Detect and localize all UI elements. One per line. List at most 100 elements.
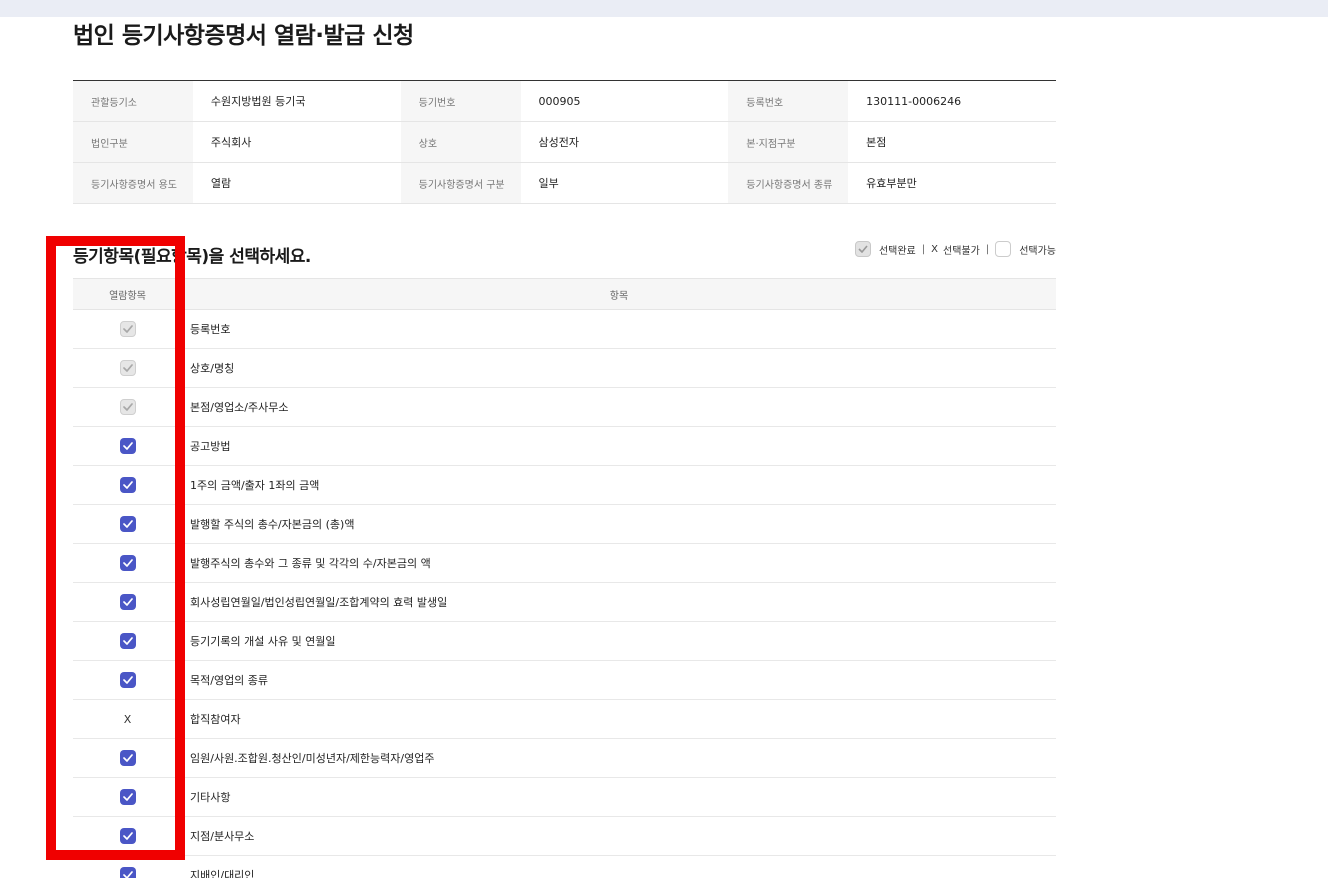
info-label: 등기사항증명서 종류 bbox=[728, 162, 849, 204]
info-label: 관할등기소 bbox=[73, 80, 193, 122]
row-item-label: 임원/사원.조합원.청산인/미성년자/제한능력자/영업주 bbox=[182, 738, 1056, 778]
row-item-label: 지배인/대리인 bbox=[182, 855, 1056, 878]
item-checkbox[interactable] bbox=[119, 516, 136, 532]
table-row: 본점/영업소/주사무소 bbox=[73, 387, 1056, 427]
legend-available-checkbox bbox=[995, 241, 1012, 257]
row-check-cell bbox=[73, 816, 182, 856]
item-checkbox[interactable] bbox=[119, 789, 136, 805]
row-check-cell bbox=[73, 309, 182, 349]
info-value: 유효부분만 bbox=[848, 162, 1056, 204]
check-icon bbox=[122, 520, 133, 528]
table-row: X 합직참여자 bbox=[73, 699, 1056, 739]
legend-available-label: 선택가능 bbox=[1019, 245, 1056, 257]
section-title: 등기항목(필요항목)을 선택하세요. bbox=[73, 247, 311, 267]
legend-unavailable-label: 선택불가 bbox=[943, 245, 980, 257]
info-value: 130111-0006246 bbox=[848, 80, 1056, 122]
check-icon bbox=[122, 793, 133, 801]
item-checkbox[interactable] bbox=[119, 672, 136, 688]
info-label: 법인구분 bbox=[73, 121, 193, 163]
item-checkbox-disabled bbox=[119, 399, 136, 415]
check-icon bbox=[122, 325, 133, 333]
item-checkbox-disabled bbox=[119, 321, 136, 337]
items-table: 열람항목 항목 등록번호 상호/명칭 본점/영업소/주사무소 공고방법 1주의 금액/출… bbox=[73, 278, 1056, 878]
row-check-cell bbox=[73, 777, 182, 817]
check-icon bbox=[122, 598, 133, 606]
legend-done-label: 선택완료 bbox=[878, 245, 916, 257]
legend-x-mark: X bbox=[931, 243, 938, 255]
item-checkbox[interactable] bbox=[119, 594, 136, 610]
header-item-column: 항목 bbox=[182, 278, 1056, 310]
info-value: 000905 bbox=[520, 80, 729, 122]
info-label: 등기사항증명서 구분 bbox=[400, 162, 521, 204]
check-icon bbox=[122, 442, 133, 450]
legend: 선택완료 | X 선택불가 | 선택가능 bbox=[854, 241, 1056, 257]
check-icon bbox=[122, 637, 133, 645]
info-label: 등록번호 bbox=[728, 80, 849, 122]
info-label: 본·지점구분 bbox=[728, 121, 849, 163]
item-checkbox-disabled bbox=[119, 360, 136, 376]
check-icon bbox=[122, 676, 133, 684]
info-label: 등기번호 bbox=[400, 80, 521, 122]
check-icon bbox=[122, 832, 133, 840]
table-row: 기타사항 bbox=[73, 777, 1056, 817]
row-item-label: 공고방법 bbox=[182, 426, 1056, 466]
check-icon bbox=[122, 481, 133, 489]
row-item-label: 본점/영업소/주사무소 bbox=[182, 387, 1056, 427]
row-item-label: 1주의 금액/출자 1좌의 금액 bbox=[182, 465, 1056, 505]
row-check-cell: X bbox=[73, 699, 182, 739]
top-bar bbox=[0, 0, 1328, 17]
item-checkbox[interactable] bbox=[119, 867, 136, 878]
legend-separator: | bbox=[921, 243, 926, 255]
item-checkbox[interactable] bbox=[119, 633, 136, 649]
row-check-cell bbox=[73, 348, 182, 388]
table-row: 상호/명칭 bbox=[73, 348, 1056, 388]
row-check-cell bbox=[73, 426, 182, 466]
check-icon bbox=[122, 754, 133, 762]
info-label: 등기사항증명서 용도 bbox=[73, 162, 193, 204]
info-table: 관할등기소 수원지방법원 등기국 등기번호 000905 등록번호 130111-0006… bbox=[73, 80, 1056, 204]
header-check-column: 열람항목 bbox=[73, 278, 182, 310]
row-check-cell bbox=[73, 504, 182, 544]
info-value: 수원지방법원 등기국 bbox=[192, 80, 401, 122]
info-value: 삼성전자 bbox=[520, 121, 729, 163]
table-row: 등기기록의 개설 사유 및 연월일 bbox=[73, 621, 1056, 661]
table-row: 공고방법 bbox=[73, 426, 1056, 466]
row-check-cell bbox=[73, 621, 182, 661]
info-value: 본점 bbox=[848, 121, 1056, 163]
check-icon bbox=[858, 245, 868, 253]
info-row: 등기사항증명서 용도 열람 등기사항증명서 구분 일부 등기사항증명서 종류 유효부분만 bbox=[73, 162, 1056, 204]
row-check-cell bbox=[73, 660, 182, 700]
info-value: 열람 bbox=[192, 162, 401, 204]
row-item-label: 상호/명칭 bbox=[182, 348, 1056, 388]
page-title: 법인 등기사항증명서 열람·발급 신청 bbox=[73, 23, 414, 49]
info-label: 상호 bbox=[400, 121, 521, 163]
row-check-cell bbox=[73, 465, 182, 505]
legend-separator: | bbox=[985, 243, 990, 255]
check-icon bbox=[122, 559, 133, 567]
check-icon bbox=[122, 364, 133, 372]
row-item-label: 합직참여자 bbox=[182, 699, 1056, 739]
table-row: 발행할 주식의 총수/자본금의 (총)액 bbox=[73, 504, 1056, 544]
row-item-label: 기타사항 bbox=[182, 777, 1056, 817]
row-check-cell bbox=[73, 582, 182, 622]
row-item-label: 목적/영업의 종류 bbox=[182, 660, 1056, 700]
row-item-label: 발행주식의 총수와 그 종류 및 각각의 수/자본금의 액 bbox=[182, 543, 1056, 583]
row-item-label: 발행할 주식의 총수/자본금의 (총)액 bbox=[182, 504, 1056, 544]
table-row: 목적/영업의 종류 bbox=[73, 660, 1056, 700]
check-icon bbox=[122, 403, 133, 411]
table-row: 1주의 금액/출자 1좌의 금액 bbox=[73, 465, 1056, 505]
info-value: 주식회사 bbox=[192, 121, 401, 163]
unavailable-mark: X bbox=[123, 712, 132, 726]
row-item-label: 회사성립연월일/법인성립연월일/조합계약의 효력 발생일 bbox=[182, 582, 1056, 622]
row-check-cell bbox=[73, 855, 182, 878]
row-check-cell bbox=[73, 543, 182, 583]
item-checkbox[interactable] bbox=[119, 477, 136, 493]
info-row: 법인구분 주식회사 상호 삼성전자 본·지점구분 본점 bbox=[73, 121, 1056, 163]
item-checkbox[interactable] bbox=[119, 438, 136, 454]
item-checkbox[interactable] bbox=[119, 828, 136, 844]
info-value: 일부 bbox=[520, 162, 729, 204]
row-check-cell bbox=[73, 738, 182, 778]
row-item-label: 등기기록의 개설 사유 및 연월일 bbox=[182, 621, 1056, 661]
item-checkbox[interactable] bbox=[119, 555, 136, 571]
item-checkbox[interactable] bbox=[119, 750, 136, 766]
